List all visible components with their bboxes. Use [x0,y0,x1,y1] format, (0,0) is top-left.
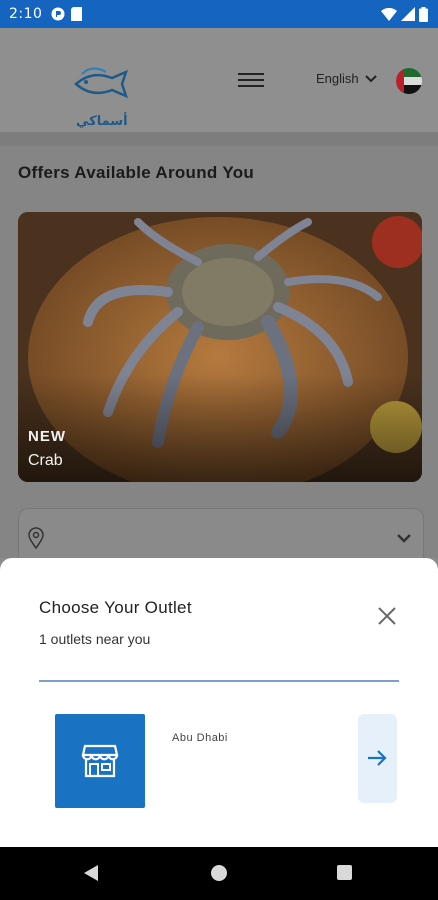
signal-icon [401,7,415,21]
hamburger-menu-icon[interactable] [238,69,264,91]
status-bar: 2:10 [0,0,438,28]
store-icon [81,744,119,778]
location-pin-icon [28,527,44,549]
sheet-subtitle: 1 outlets near you [39,631,151,647]
select-outlet-button[interactable] [358,714,397,803]
chevron-down-icon [364,74,377,82]
crab-photo [18,212,422,482]
fish-logo-icon[interactable] [72,64,130,104]
uae-flag-icon[interactable] [396,68,422,94]
back-icon[interactable] [84,865,100,881]
wifi-icon [381,7,397,21]
offers-section-title: Offers Available Around You [18,163,255,182]
language-selector[interactable]: English [316,71,377,86]
outlet-image[interactable] [55,714,145,808]
offer-card[interactable]: NEW Crab [18,212,422,482]
status-time: 2:10 [9,6,43,22]
home-icon[interactable] [211,865,227,881]
sheet-divider [39,680,399,682]
sheet-title: Choose Your Outlet [39,598,192,617]
chevron-down-icon [397,534,411,543]
close-icon[interactable] [376,605,398,627]
battery-icon [419,6,428,22]
logo-text: أسماكي [76,114,128,129]
header-shadow [0,132,438,146]
app-header: أسماكي English [0,28,438,132]
sim-card-icon [71,7,83,21]
system-nav-bar [0,847,438,900]
choose-outlet-sheet: Choose Your Outlet 1 outlets near you Ab… [0,558,438,847]
offer-badge: NEW [28,428,66,445]
offer-name: Crab [28,452,63,469]
arrow-right-icon [368,750,387,766]
recent-apps-icon[interactable] [337,865,352,880]
app-notification-icon [51,7,65,21]
language-label: English [316,71,359,86]
outlet-name: Abu Dhabi [172,732,228,744]
